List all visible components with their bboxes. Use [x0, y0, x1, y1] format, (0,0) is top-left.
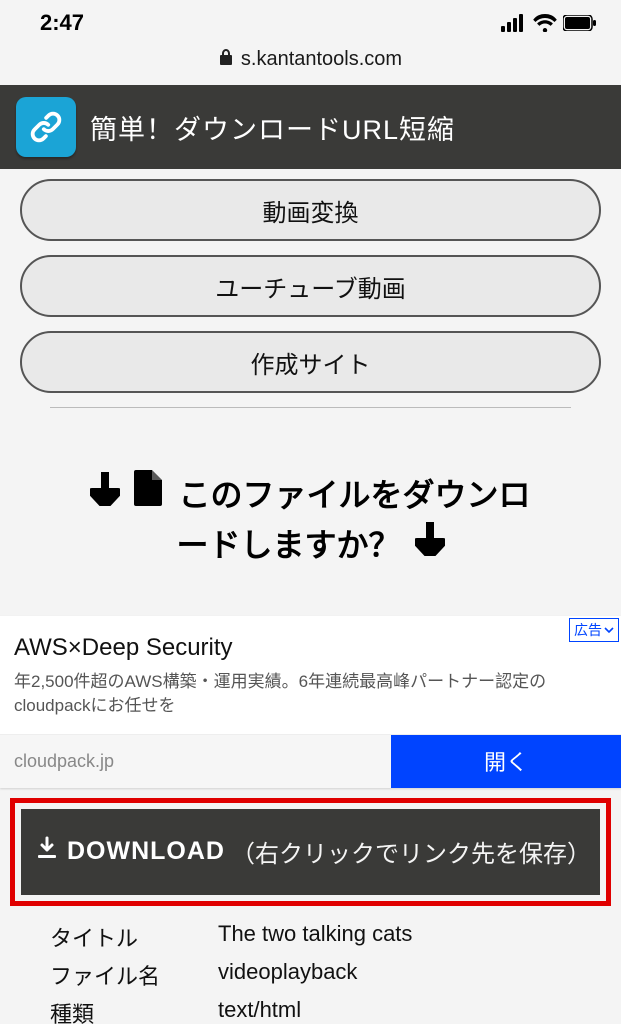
page-header: 簡単！ダウンロードURL短縮 [0, 85, 621, 169]
status-time: 2:47 [40, 10, 84, 36]
page-title: 簡単！ダウンロードURL短縮 [90, 108, 455, 147]
ad-body: 年2,500件超のAWS構築・運用実績。6年連続最高峰パートナー認定のcloud… [0, 670, 621, 734]
meta-key: タイトル [50, 921, 180, 953]
ad-badge[interactable]: 広告 [569, 618, 619, 642]
meta-value: videoplayback [218, 959, 357, 991]
link-icon [16, 97, 76, 157]
lock-icon [219, 49, 233, 70]
nav-label: ユーチューブ動画 [215, 269, 406, 304]
meta-row: 種類 text/html [50, 994, 621, 1024]
arrow-down-icon [90, 471, 120, 521]
ad-footer: cloudpack.jp 開く [0, 734, 621, 788]
file-icon [134, 470, 164, 521]
wifi-icon [533, 14, 557, 32]
ad-title[interactable]: AWS×Deep Security [0, 616, 621, 670]
nav-label: 動画変換 [263, 193, 359, 228]
download-hint: （右クリックでリンク先を保存） [231, 834, 591, 869]
arrow-down-icon [415, 521, 445, 571]
highlight-annotation: DOWNLOAD （右クリックでリンク先を保存） [10, 798, 611, 906]
browser-address-bar[interactable]: s.kantantools.com [0, 42, 621, 85]
ad-card: 広告 AWS×Deep Security 年2,500件超のAWS構築・運用実績… [0, 616, 621, 788]
nav-item-video-convert[interactable]: 動画変換 [20, 179, 601, 241]
meta-row: タイトル The two talking cats [50, 918, 621, 956]
signal-icon [501, 14, 527, 32]
meta-value: text/html [218, 997, 301, 1024]
nav-pills: 動画変換 ユーチューブ動画 作成サイト [0, 169, 621, 416]
download-icon [35, 836, 59, 867]
file-meta: タイトル The two talking cats ファイル名 videopla… [0, 914, 621, 1024]
divider [50, 407, 571, 408]
ad-badge-label: 広告 [574, 620, 602, 640]
download-button[interactable]: DOWNLOAD （右クリックでリンク先を保存） [21, 809, 600, 895]
prompt-line1: このファイルをダウンロ [178, 471, 530, 521]
status-indicators [501, 14, 597, 32]
chevron-down-icon [604, 622, 614, 638]
browser-host: s.kantantools.com [241, 48, 402, 71]
status-bar: 2:47 [0, 0, 621, 42]
battery-icon [563, 15, 597, 31]
nav-label: 作成サイト [251, 345, 371, 380]
download-label: DOWNLOAD [67, 837, 225, 866]
meta-key: ファイル名 [50, 959, 180, 991]
download-prompt-heading: このファイルをダウンロ ードしますか？ [0, 416, 621, 600]
nav-item-create-site[interactable]: 作成サイト [20, 331, 601, 393]
meta-key: 種類 [50, 997, 180, 1024]
ad-open-button[interactable]: 開く [391, 735, 621, 788]
ad-cta-label: 開く [484, 745, 528, 777]
ad-domain: cloudpack.jp [0, 735, 391, 788]
meta-value: The two talking cats [218, 921, 412, 953]
meta-row: ファイル名 videoplayback [50, 956, 621, 994]
nav-item-youtube[interactable]: ユーチューブ動画 [20, 255, 601, 317]
prompt-line2: ードしますか？ [176, 521, 400, 571]
